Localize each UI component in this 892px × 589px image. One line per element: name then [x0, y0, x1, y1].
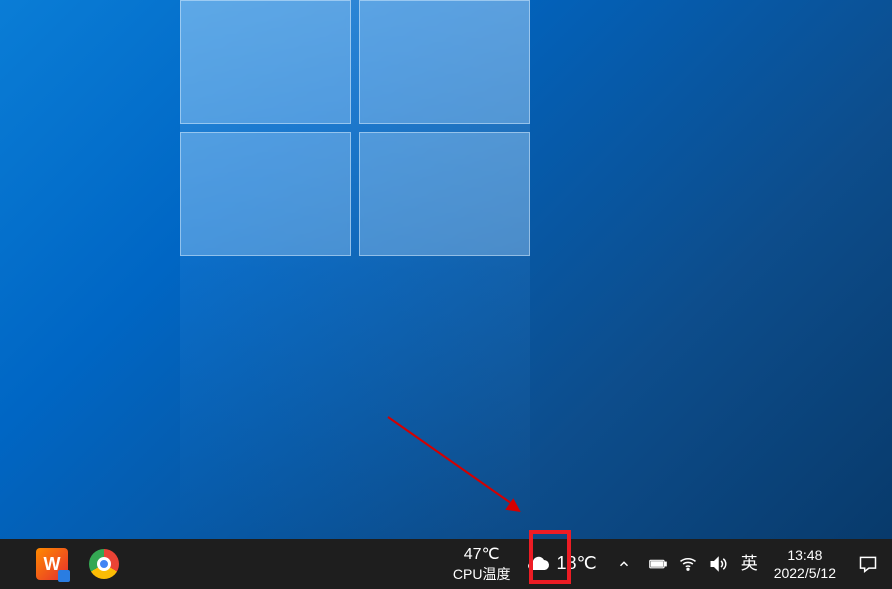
notification-icon — [858, 554, 878, 574]
clock-time: 13:48 — [787, 546, 822, 564]
battery-icon — [649, 555, 667, 573]
taskbar: W 47℃ CPU温度 18℃ — [0, 539, 892, 589]
volume-icon — [709, 555, 727, 573]
cloud-icon — [526, 552, 550, 576]
tray-volume[interactable] — [703, 539, 733, 589]
wps-icon: W — [36, 548, 68, 580]
tray-ime[interactable]: 英 — [733, 539, 766, 589]
clock-date: 2022/5/12 — [774, 564, 836, 582]
wifi-icon — [679, 555, 697, 573]
weather-temperature: 18℃ — [556, 552, 596, 575]
taskbar-app-chrome[interactable] — [80, 539, 128, 589]
chrome-icon — [89, 549, 119, 579]
tray-clock[interactable]: 13:48 2022/5/12 — [766, 539, 844, 589]
tray-wifi[interactable] — [673, 539, 703, 589]
chevron-up-icon — [617, 557, 631, 571]
taskbar-app-wps[interactable]: W — [28, 539, 76, 589]
cpu-temp-label: CPU温度 — [453, 565, 511, 583]
wallpaper-windows-logo — [180, 0, 530, 256]
desktop-wallpaper[interactable] — [0, 0, 892, 539]
cpu-temp-value: 47℃ — [464, 545, 500, 566]
taskbar-pinned-apps: W — [0, 539, 128, 589]
taskbar-system-tray: 47℃ CPU温度 18℃ — [445, 539, 892, 589]
tray-cpu-temperature[interactable]: 47℃ CPU温度 — [445, 539, 519, 589]
tray-action-center[interactable] — [844, 539, 892, 589]
tray-battery[interactable] — [643, 539, 673, 589]
ime-indicator: 英 — [741, 553, 758, 575]
tray-show-hidden-icons[interactable] — [605, 539, 643, 589]
tray-weather[interactable]: 18℃ — [518, 539, 604, 589]
